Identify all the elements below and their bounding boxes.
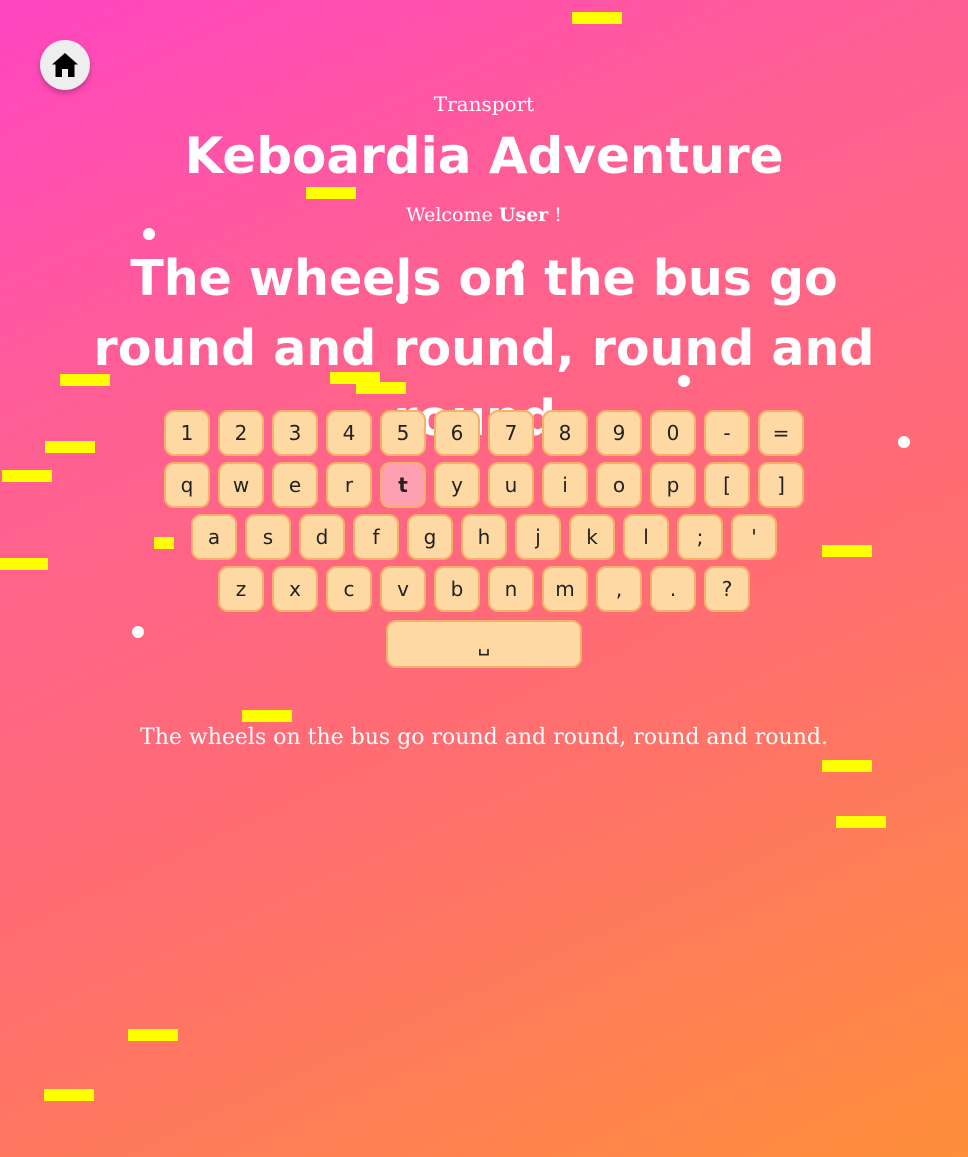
confetti-dash bbox=[44, 1089, 94, 1101]
keyboard-row: q w e r t y u i o p[] bbox=[0, 462, 968, 508]
confetti-dash bbox=[242, 710, 292, 722]
key-3[interactable]: 3 bbox=[272, 410, 318, 456]
user-name: User bbox=[498, 204, 549, 226]
key-5[interactable]: 5 bbox=[380, 410, 426, 456]
keyboard-row: z x c v b n m,.? bbox=[0, 566, 968, 612]
key-q[interactable]: q bbox=[164, 462, 210, 508]
key-w[interactable]: w bbox=[218, 462, 264, 508]
confetti-dash bbox=[822, 760, 872, 772]
home-button[interactable] bbox=[40, 40, 90, 90]
key-z[interactable]: z bbox=[218, 566, 264, 612]
keyboard-row-space: ␣ bbox=[0, 618, 968, 668]
confetti-dash bbox=[306, 187, 356, 199]
confetti-dash bbox=[836, 816, 886, 828]
key-t[interactable]: t bbox=[380, 462, 426, 508]
key-[[interactable]: [ bbox=[704, 462, 750, 508]
welcome-prefix: Welcome bbox=[406, 204, 493, 226]
confetti-dot bbox=[143, 228, 155, 240]
key-j[interactable]: j bbox=[515, 514, 561, 560]
key-b[interactable]: b bbox=[434, 566, 480, 612]
key-=[interactable]: = bbox=[758, 410, 804, 456]
typed-text: The wheels on the bus go round and round… bbox=[140, 725, 828, 750]
key-f[interactable]: f bbox=[353, 514, 399, 560]
key-d[interactable]: d bbox=[299, 514, 345, 560]
keyboard-row: 1 2 3 4 5 6 7 8 9 0- = bbox=[0, 410, 968, 456]
key-e[interactable]: e bbox=[272, 462, 318, 508]
key-y[interactable]: y bbox=[434, 462, 480, 508]
key-8[interactable]: 8 bbox=[542, 410, 588, 456]
key-.[interactable]: . bbox=[650, 566, 696, 612]
key-h[interactable]: h bbox=[461, 514, 507, 560]
key-n[interactable]: n bbox=[488, 566, 534, 612]
key-l[interactable]: l bbox=[623, 514, 669, 560]
key-i[interactable]: i bbox=[542, 462, 588, 508]
key-1[interactable]: 1 bbox=[164, 410, 210, 456]
welcome-message: Welcome User ! bbox=[0, 202, 968, 228]
confetti-dash bbox=[572, 12, 622, 24]
key-o[interactable]: o bbox=[596, 462, 642, 508]
key-s[interactable]: s bbox=[245, 514, 291, 560]
key-space[interactable]: ␣ bbox=[386, 620, 582, 668]
welcome-suffix: ! bbox=[554, 204, 562, 226]
key-p[interactable]: p bbox=[650, 462, 696, 508]
key-m[interactable]: m bbox=[542, 566, 588, 612]
key-][interactable]: ] bbox=[758, 462, 804, 508]
key-?[interactable]: ? bbox=[704, 566, 750, 612]
category-label: Transport bbox=[433, 92, 535, 116]
key-,[interactable]: , bbox=[596, 566, 642, 612]
key-a[interactable]: a bbox=[191, 514, 237, 560]
key-9[interactable]: 9 bbox=[596, 410, 642, 456]
key-;[interactable]: ; bbox=[677, 514, 723, 560]
page-title: Keboardia Adventure bbox=[184, 127, 784, 185]
key-7[interactable]: 7 bbox=[488, 410, 534, 456]
key--[interactable]: - bbox=[704, 410, 750, 456]
on-screen-keyboard: 1 2 3 4 5 6 7 8 9 0- = q w e r t y u i o p[] a s d f g h j k l; ' z x c v b… bbox=[0, 410, 968, 674]
key-r[interactable]: r bbox=[326, 462, 372, 508]
key-x[interactable]: x bbox=[272, 566, 318, 612]
key-4[interactable]: 4 bbox=[326, 410, 372, 456]
key-k[interactable]: k bbox=[569, 514, 615, 560]
confetti-dash bbox=[128, 1029, 178, 1041]
keyboard-row: a s d f g h j k l; ' bbox=[0, 514, 968, 560]
home-icon bbox=[52, 53, 78, 77]
key-'[interactable]: ' bbox=[731, 514, 777, 560]
key-u[interactable]: u bbox=[488, 462, 534, 508]
key-2[interactable]: 2 bbox=[218, 410, 264, 456]
key-6[interactable]: 6 bbox=[434, 410, 480, 456]
key-g[interactable]: g bbox=[407, 514, 453, 560]
key-v[interactable]: v bbox=[380, 566, 426, 612]
key-0[interactable]: 0 bbox=[650, 410, 696, 456]
key-c[interactable]: c bbox=[326, 566, 372, 612]
